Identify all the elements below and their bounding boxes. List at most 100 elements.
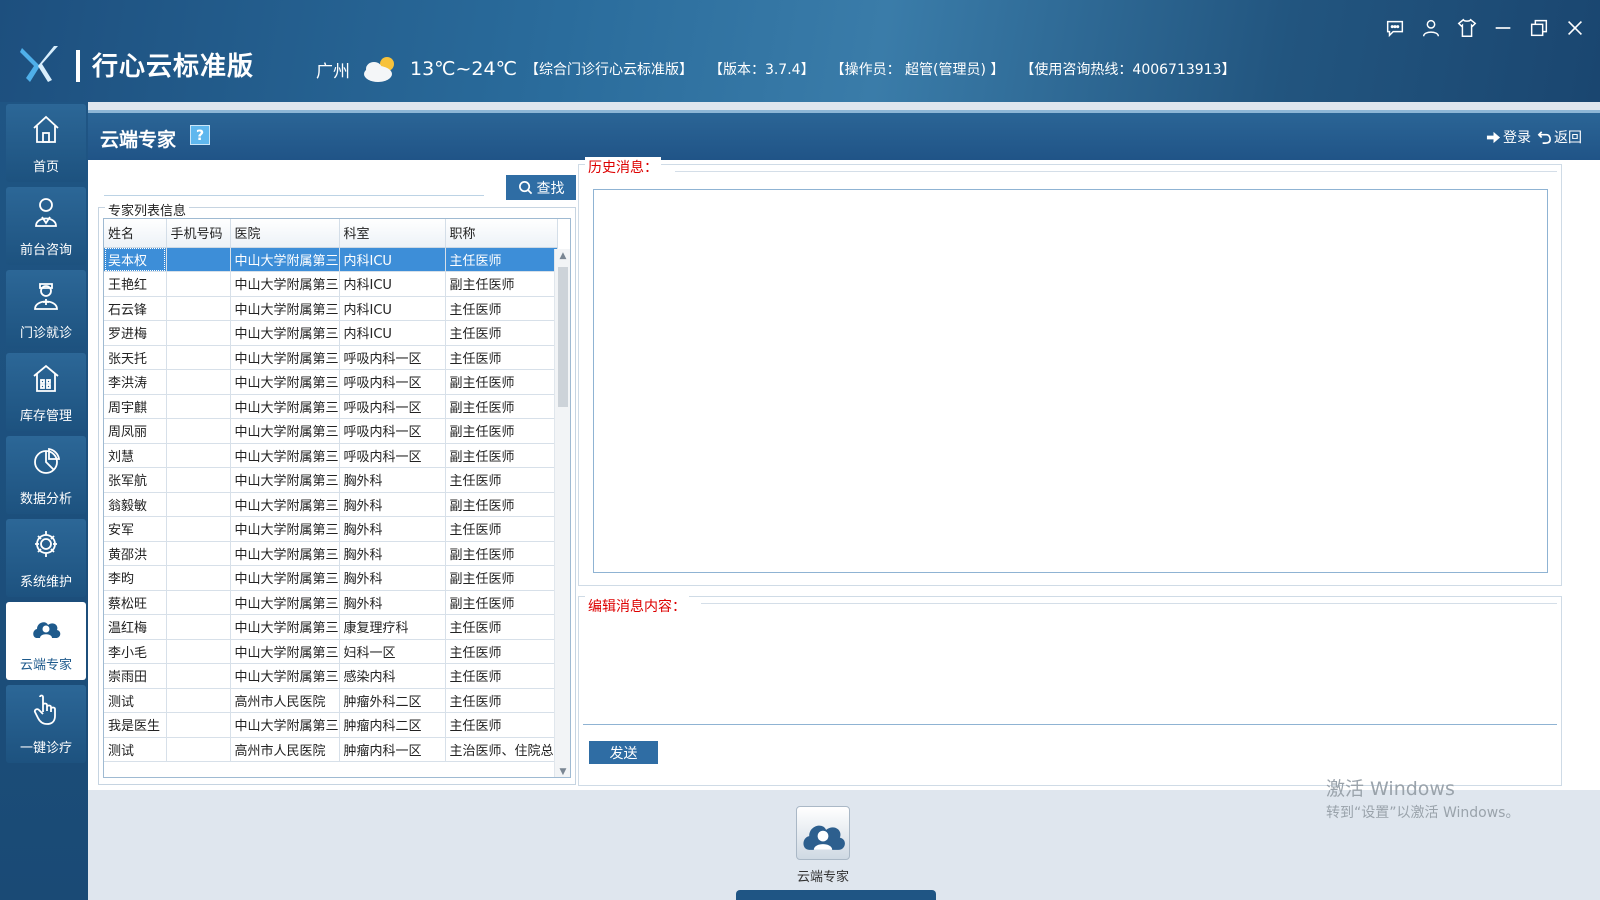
- table-cell: 主任医师: [445, 296, 558, 321]
- table-row[interactable]: 李洪涛 中山大学附属第三 呼吸内科一区 副主任医师: [104, 369, 558, 395]
- table-cell: 周凤丽: [104, 418, 167, 444]
- nav-item-inventory[interactable]: 库存管理: [6, 353, 86, 431]
- table-cell: 主任医师: [445, 614, 558, 640]
- table-cell: 胸外科: [339, 590, 446, 615]
- table-row[interactable]: 张天托 中山大学附属第三 呼吸内科一区 主任医师: [104, 345, 558, 370]
- table-row[interactable]: 张军航 中山大学附属第三 胸外科 主任医师: [104, 467, 558, 493]
- doctor-icon: [34, 283, 58, 310]
- table-cell: 周宇麒: [104, 394, 167, 419]
- table-cell: 测试: [104, 737, 167, 762]
- history-message-box[interactable]: [593, 189, 1548, 573]
- table-cell: [166, 467, 231, 493]
- table-row[interactable]: 黄邵洪 中山大学附属第三 胸外科 副主任医师: [104, 541, 558, 566]
- vertical-scrollbar[interactable]: ▲ ▼: [554, 249, 570, 777]
- scroll-down-icon[interactable]: ▼: [555, 765, 570, 777]
- table-row[interactable]: 刘慧 中山大学附属第三 呼吸内科一区 副主任医师: [104, 443, 558, 468]
- expert-list-group: 专家列表信息 姓名 手机号码 医院 科室 职称 吴本权 中山大学附属第三 内科ICU 主任医师…: [98, 200, 576, 785]
- nav-item-cloud-expert[interactable]: 云端专家: [6, 602, 86, 680]
- message-input[interactable]: [583, 619, 1557, 725]
- nav-item-maintenance[interactable]: 系统维护: [6, 519, 86, 597]
- restore-icon[interactable]: [1524, 14, 1554, 42]
- table-row[interactable]: 吴本权 中山大学附属第三 内科ICU 主任医师: [104, 247, 558, 272]
- table-cell: 李洪涛: [104, 369, 167, 395]
- column-header[interactable]: 手机号码: [166, 219, 231, 248]
- table-row[interactable]: 安军 中山大学附属第三 胸外科 主任医师: [104, 516, 558, 542]
- table-cell: 呼吸内科一区: [339, 443, 446, 468]
- table-cell: 李昀: [104, 565, 167, 591]
- table-row[interactable]: 罗进梅 中山大学附属第三 内科ICU 主任医师: [104, 320, 558, 346]
- table-cell: 中山大学附属第三: [230, 418, 340, 444]
- column-header[interactable]: 职称: [445, 219, 558, 248]
- dock-indicator: [736, 890, 936, 900]
- back-button[interactable]: 返回: [1537, 127, 1582, 147]
- message-icon[interactable]: [1380, 14, 1410, 42]
- cloud-expert-icon: [33, 622, 61, 638]
- table-cell: 呼吸内科一区: [339, 369, 446, 395]
- dock-app-cloud-expert[interactable]: [796, 806, 850, 860]
- scroll-thumb[interactable]: [558, 267, 568, 407]
- expert-list-legend: 专家列表信息: [105, 200, 190, 219]
- top-header: 行心云标准版 广州 13℃~24℃ 【综合门诊行心云标准版】 【版本：3.7.4…: [0, 0, 1600, 102]
- table-row[interactable]: 崇雨田 中山大学附属第三 感染内科 主任医师: [104, 663, 558, 689]
- table-row[interactable]: 翁毅敏 中山大学附属第三 胸外科 副主任医师: [104, 492, 558, 517]
- table-cell: 副主任医师: [445, 369, 558, 395]
- table-cell: 副主任医师: [445, 590, 558, 615]
- help-icon[interactable]: ?: [190, 125, 210, 145]
- column-header[interactable]: 科室: [339, 219, 446, 248]
- table-row[interactable]: 蔡松旺 中山大学附属第三 胸外科 副主任医师: [104, 590, 558, 615]
- table-cell: [166, 345, 231, 370]
- table-row[interactable]: 石云锋 中山大学附属第三 内科ICU 主任医师: [104, 296, 558, 321]
- table-row[interactable]: 我是医生 中山大学附属第三 肿瘤内科二区 主任医师: [104, 712, 558, 738]
- send-button[interactable]: 发送: [589, 741, 658, 764]
- table-row[interactable]: 温红梅 中山大学附属第三 康复理疗科 主任医师: [104, 614, 558, 640]
- divider: [701, 603, 1557, 604]
- table-cell: 崇雨田: [104, 663, 167, 689]
- edit-label: 编辑消息内容：: [585, 596, 689, 616]
- divider: [675, 171, 1557, 172]
- column-header[interactable]: 医院: [230, 219, 340, 248]
- table-cell: 中山大学附属第三: [230, 345, 340, 370]
- table-cell: 中山大学附属第三: [230, 271, 340, 297]
- scroll-up-icon[interactable]: ▲: [555, 249, 570, 263]
- table-cell: [166, 565, 231, 591]
- table-row[interactable]: 周凤丽 中山大学附属第三 呼吸内科一区 副主任医师: [104, 418, 558, 444]
- table-cell: 罗进梅: [104, 320, 167, 346]
- nav-item-reception[interactable]: 前台咨询: [6, 187, 86, 265]
- table-cell: 主任医师: [445, 712, 558, 738]
- table-cell: [166, 247, 231, 272]
- login-button[interactable]: 登录: [1486, 127, 1531, 147]
- table-cell: [166, 712, 231, 738]
- nav-item-label: 首页: [32, 160, 59, 175]
- skin-shirt-icon[interactable]: [1452, 14, 1482, 42]
- minimize-icon[interactable]: [1488, 14, 1518, 42]
- search-button[interactable]: 查找: [506, 175, 576, 200]
- nav-item-analytics[interactable]: 数据分析: [6, 436, 86, 514]
- table-cell: 副主任医师: [445, 394, 558, 419]
- table-row[interactable]: 测试 高州市人民医院 肿瘤内科一区 主治医师、住院总: [104, 737, 558, 762]
- table-cell: [166, 492, 231, 517]
- nav-item-outpatient[interactable]: 门诊就诊: [6, 270, 86, 348]
- close-icon[interactable]: [1560, 14, 1590, 42]
- table-cell: 胸外科: [339, 492, 446, 517]
- expert-table: 姓名 手机号码 医院 科室 职称 吴本权 中山大学附属第三 内科ICU 主任医师 王艳红 中山大学…: [103, 218, 571, 778]
- table-row[interactable]: 周宇麒 中山大学附属第三 呼吸内科一区 副主任医师: [104, 394, 558, 419]
- user-icon[interactable]: [1416, 14, 1446, 42]
- search-input[interactable]: [104, 168, 484, 196]
- table-cell: 副主任医师: [445, 418, 558, 444]
- column-header[interactable]: 姓名: [104, 219, 167, 248]
- search-icon: [518, 181, 532, 195]
- table-cell: [166, 271, 231, 297]
- table-row[interactable]: 王艳红 中山大学附属第三 内科ICU 副主任医师: [104, 271, 558, 297]
- table-row[interactable]: 测试 高州市人民医院 肿瘤外科二区 主任医师: [104, 688, 558, 713]
- nav-item-one-click[interactable]: 一键诊疗: [6, 685, 86, 763]
- nav-item-home[interactable]: 首页: [6, 104, 86, 182]
- table-row[interactable]: 李昀 中山大学附属第三 胸外科 副主任医师: [104, 565, 558, 591]
- table-cell: 肿瘤内科二区: [339, 712, 446, 738]
- table-row[interactable]: 李小毛 中山大学附属第三 妇科一区 主任医师: [104, 639, 558, 664]
- table-cell: 内科ICU: [339, 296, 446, 321]
- page-title-bar: 云端专家 ? 登录 返回: [88, 110, 1600, 160]
- hotline-label: 【使用咨询热线：4006713913】: [1020, 62, 1236, 78]
- table-cell: 主任医师: [445, 663, 558, 689]
- table-cell: [166, 443, 231, 468]
- table-cell: 胸外科: [339, 541, 446, 566]
